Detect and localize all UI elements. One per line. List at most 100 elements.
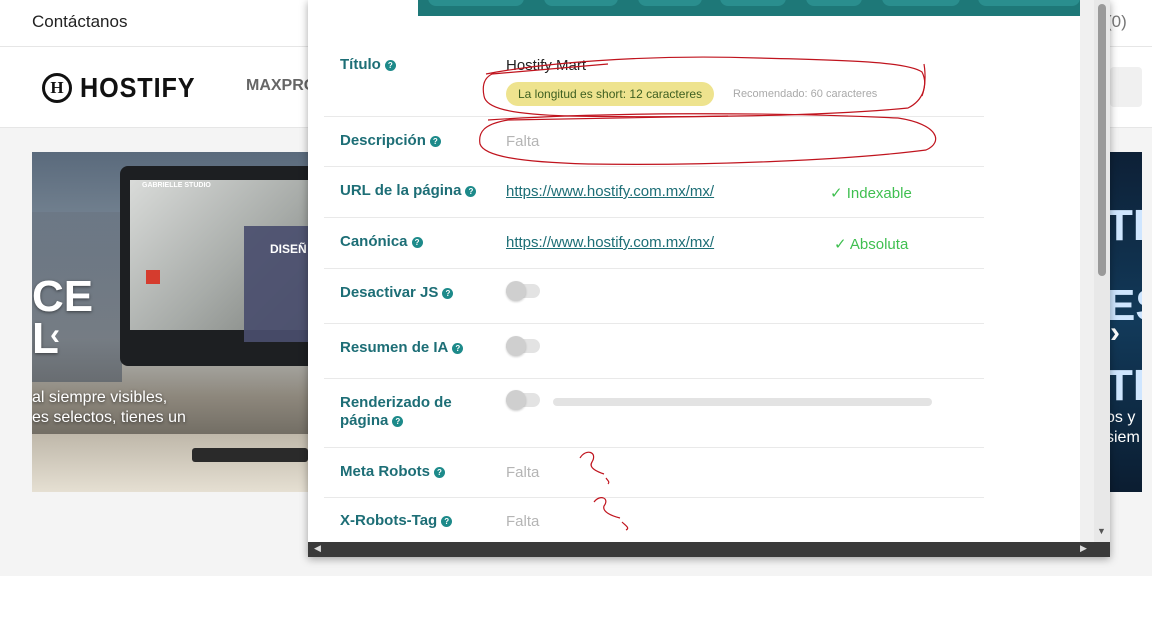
x-robots-value: Falta [506, 513, 540, 530]
url-label-text: URL de la página [340, 182, 462, 199]
site-logo[interactable]: H HOSTIFY [42, 71, 208, 105]
carousel-next-icon[interactable]: › [1110, 316, 1120, 350]
url-label: URL de la página? [340, 182, 477, 200]
popup-tab[interactable] [428, 0, 524, 6]
canonical-label-text: Canónica [340, 233, 408, 250]
hero-right-subtext: os y siem [1106, 408, 1140, 448]
popup-tab-strip [418, 0, 1080, 16]
logo-text: HOSTIFY [80, 72, 196, 103]
rendering-label: Renderizado de página? [340, 394, 452, 430]
description-label: Descripción? [340, 132, 441, 150]
hero-subtext-line2: es selectos, tienes un [32, 409, 186, 426]
row-divider [324, 217, 984, 218]
help-icon[interactable]: ? [442, 288, 454, 299]
ai-summary-toggle[interactable] [506, 336, 540, 356]
popup-tab[interactable] [806, 0, 862, 6]
hero-subtext-line1: al siempre visibles, [32, 389, 168, 406]
hero-right-line1: TIE [1106, 201, 1142, 250]
hero-keyboard-image [192, 448, 308, 462]
disable-js-label-text: Desactivar JS [340, 284, 439, 301]
hero-right-headline: TIE ES TIN [1106, 186, 1142, 426]
popup-tab[interactable] [978, 0, 1080, 6]
row-divider [324, 166, 984, 167]
rendering-label-line1: Renderizado de [340, 394, 452, 411]
title-tick-annotation [921, 63, 926, 97]
ai-summary-label-text: Resumen de IA [340, 339, 449, 356]
canonical-label: Canónica? [340, 233, 423, 251]
popup-right-margin [1080, 0, 1094, 542]
rendering-label-line2: página [340, 412, 389, 429]
hero-subtext: al siempre visibles, es selectos, tienes… [32, 388, 186, 428]
description-value: Falta [506, 133, 540, 150]
carousel-prev-icon[interactable]: ‹ [50, 318, 60, 352]
question-scribble-1 [579, 451, 610, 485]
hero-right-sub-line1: os y [1106, 409, 1136, 426]
page-url-link[interactable]: https://www.hostify.com.mx/mx/ [506, 183, 714, 200]
scroll-down-icon[interactable]: ▼ [1097, 526, 1106, 536]
hero-headline-line1: CE [32, 272, 94, 321]
seo-extension-popup: Título? Hostify Mart La longitud es shor… [308, 0, 1110, 557]
ai-summary-label: Resumen de IA? [340, 339, 464, 357]
hero-panel-title: DISEÑ [270, 242, 307, 256]
hero-headline-line2: L [32, 314, 59, 363]
row-divider [324, 116, 984, 117]
disable-js-label: Desactivar JS? [340, 284, 454, 302]
horizontal-scrollbar[interactable]: ◀ ▶ [308, 542, 1094, 557]
hero-slide-right: TIE ES TIN › os y siem [1106, 152, 1142, 492]
help-icon[interactable]: ? [465, 186, 477, 197]
toggle-knob [506, 390, 526, 410]
help-icon[interactable]: ? [411, 237, 423, 248]
popup-content: Título? Hostify Mart La longitud es shor… [308, 0, 1080, 542]
popup-tab[interactable] [882, 0, 960, 6]
row-divider [324, 447, 984, 448]
title-value: Hostify Mart [506, 57, 587, 74]
toggle-knob [506, 281, 526, 301]
meta-robots-value: Falta [506, 464, 540, 481]
canonical-url-link[interactable]: https://www.hostify.com.mx/mx/ [506, 234, 714, 251]
x-robots-label-text: X-Robots-Tag [340, 512, 438, 529]
meta-robots-label-text: Meta Robots [340, 463, 430, 480]
hero-slide-left: GABRIELLE STUDIO DISEÑ CE L ‹ al siempre… [32, 152, 308, 492]
toggle-knob [506, 336, 526, 356]
question-scribble-2 [593, 497, 629, 531]
help-icon[interactable]: ? [434, 467, 445, 478]
help-icon[interactable]: ? [384, 60, 396, 71]
hero-screen-red-button [146, 270, 160, 284]
description-label-text: Descripción [340, 132, 426, 149]
row-divider [324, 497, 984, 498]
row-divider [324, 323, 984, 324]
hero-headline: CE L [32, 272, 94, 363]
nav-search-box[interactable] [1110, 67, 1142, 107]
scroll-right-icon[interactable]: ▶ [1080, 543, 1087, 554]
hero-desk-image [32, 434, 308, 492]
row-divider [324, 378, 984, 379]
row-divider [324, 268, 984, 269]
help-icon[interactable]: ? [429, 136, 441, 147]
nav-menu-item[interactable]: MAXPRO [246, 77, 316, 95]
x-robots-label: X-Robots-Tag? [340, 512, 453, 530]
popup-tab[interactable] [544, 0, 618, 6]
hero-screen-title: GABRIELLE STUDIO [142, 182, 211, 189]
vertical-scroll-thumb[interactable] [1098, 4, 1106, 276]
popup-tab[interactable] [638, 0, 702, 6]
description-circle-annotation [479, 113, 937, 165]
help-icon[interactable]: ? [452, 343, 464, 354]
scroll-left-icon[interactable]: ◀ [314, 543, 321, 554]
title-label: Título? [340, 56, 396, 74]
vertical-scrollbar[interactable]: ▼ [1094, 0, 1110, 542]
rendering-progress-bar [553, 398, 932, 406]
indexable-status: ✓ Indexable [830, 185, 912, 202]
contact-link[interactable]: Contáctanos [32, 12, 127, 32]
title-recommended-hint: Recomendado: 60 caracteres [733, 88, 878, 100]
help-icon[interactable]: ? [441, 516, 453, 527]
hero-right-sub-line2: siem [1106, 429, 1140, 446]
title-length-badge: La longitud es short: 12 caracteres [506, 82, 715, 106]
rendering-toggle[interactable] [506, 390, 540, 410]
title-label-text: Título [340, 56, 381, 73]
meta-robots-label: Meta Robots? [340, 463, 445, 481]
canonical-status: ✓ Absoluta [834, 236, 909, 253]
help-icon[interactable]: ? [392, 416, 404, 427]
disable-js-toggle[interactable] [506, 281, 540, 301]
popup-tab[interactable] [720, 0, 786, 6]
logo-mark-icon: H [42, 73, 72, 103]
